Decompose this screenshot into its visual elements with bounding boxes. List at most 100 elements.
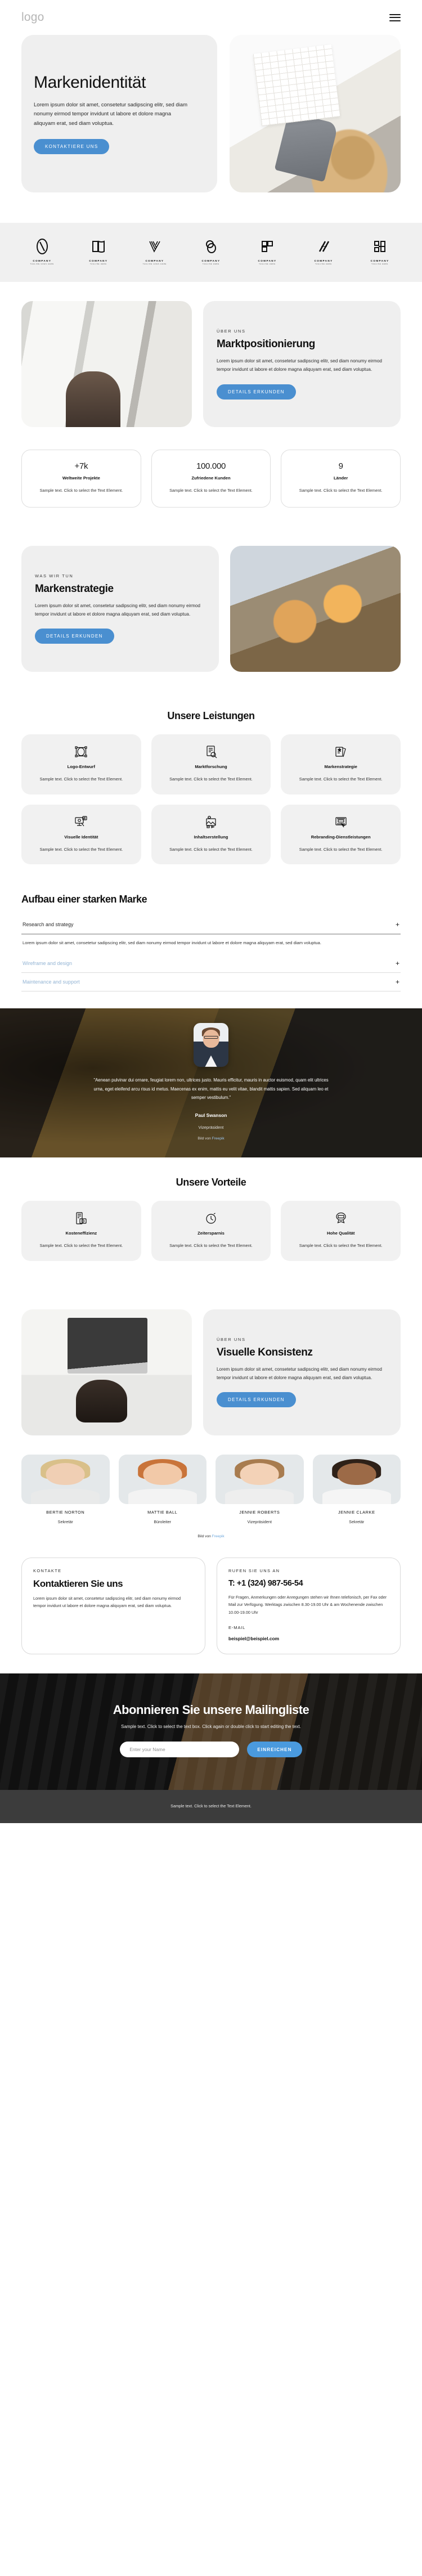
team-member-role: Sekretär xyxy=(349,1519,365,1524)
partner-logo: COMPANY TAGLINE HERE xyxy=(242,237,293,265)
plus-icon[interactable]: + xyxy=(396,921,399,928)
accordion-header[interactable]: Wireframe and design + xyxy=(21,954,401,972)
accordion-item: Wireframe and design + xyxy=(21,954,401,973)
partner-tagline: TAGLINE HERE xyxy=(371,263,388,265)
team-member: BERTIE NORTON Sekretär xyxy=(21,1454,110,1524)
service-text: Sample text. Click to select the Text El… xyxy=(169,776,253,782)
partner-mark-slashes-icon xyxy=(315,237,332,255)
strategy-cta-button[interactable]: DETAILS ERKUNDEN xyxy=(35,629,114,644)
email-label: E-MAIL xyxy=(228,1625,246,1631)
accordion-item: Research and strategy + xyxy=(21,915,401,935)
team-member-name: JENNIE ROBERTS xyxy=(239,1509,280,1515)
freepik-link[interactable]: Freepik xyxy=(212,1137,225,1141)
partner-name: COMPANY xyxy=(258,259,277,262)
team-member-name: JENNIE CLARKE xyxy=(338,1509,375,1515)
consistency-eyebrow: ÜBER UNS xyxy=(217,1337,246,1343)
accordion-header[interactable]: Research and strategy + xyxy=(21,915,401,934)
site-footer: Sample text. Click to select the Text El… xyxy=(0,1790,422,1824)
benefit-title: Kosteneffizienz xyxy=(65,1230,97,1236)
stats-section: +7k Weltweite Projekte Sample text. Clic… xyxy=(0,446,422,527)
team-member-role: Vizepräsident xyxy=(247,1519,272,1524)
quality-badge-icon xyxy=(334,1211,348,1226)
accordion-header[interactable]: Maintenance and support + xyxy=(21,973,401,991)
partner-mark-v-stripes-icon xyxy=(146,237,163,255)
partner-mark-blocks-icon xyxy=(371,237,388,255)
testimonial-section: "Aenean pulvinar dui ornare, feugiat lor… xyxy=(0,1008,422,1157)
benefit-card[interactable]: Kosteneffizienz Sample text. Click to se… xyxy=(21,1200,141,1261)
partner-tagline: TAGLINE HERE xyxy=(259,263,276,265)
site-header: logo xyxy=(0,0,422,35)
service-text: Sample text. Click to select the Text El… xyxy=(39,776,123,782)
stat-card: 100.000 Zufriedene Kunden Sample text. C… xyxy=(151,450,271,508)
hamburger-menu-icon[interactable] xyxy=(389,14,401,21)
email-address[interactable]: beispiel@beispiel.com xyxy=(228,1636,389,1641)
partner-name: COMPANY xyxy=(314,259,333,262)
consistency-cta-button[interactable]: DETAILS ERKUNDEN xyxy=(217,1392,296,1408)
partner-logo: COMPANY TAGLINE HERE xyxy=(73,237,124,265)
services-section: Unsere Leistungen Logo-Entwurf Sample te… xyxy=(0,691,422,894)
stat-number: +7k xyxy=(74,461,88,471)
benefits-heading: Unsere Vorteile xyxy=(176,1176,246,1188)
benefit-card[interactable]: Hohe Qualität Sample text. Click to sele… xyxy=(281,1200,401,1261)
team-member: MATTIE BALL Büroleiter xyxy=(118,1454,206,1524)
service-title: Marktforschung xyxy=(195,764,227,769)
service-card[interactable]: Markenstrategie Sample text. Click to se… xyxy=(281,734,401,795)
service-title: Logo-Entwurf xyxy=(67,764,96,769)
service-card[interactable]: Inhaltserstellung Sample text. Click to … xyxy=(151,804,271,865)
partner-logo: COMPANY TAGLINE GOES HERE xyxy=(17,237,68,265)
newsletter-submit-button[interactable]: EINREICHEN xyxy=(247,1742,302,1758)
partner-logo: COMPANY TAGLINE HERE xyxy=(298,237,349,265)
team-member-photo xyxy=(312,1454,401,1504)
benefit-title: Hohe Qualität xyxy=(326,1230,355,1236)
team-member-name: MATTIE BALL xyxy=(147,1509,178,1515)
newsletter-form: EINREICHEN xyxy=(23,1742,399,1758)
newsletter-name-input[interactable] xyxy=(120,1742,240,1758)
service-card[interactable]: Logo-Entwurf Sample text. Click to selec… xyxy=(21,734,141,795)
team-member: JENNIE ROBERTS Vizepräsident xyxy=(216,1454,304,1524)
partner-tagline: TAGLINE HERE xyxy=(203,263,219,265)
contact-eyebrow: KONTAKTE xyxy=(33,1568,62,1573)
benefit-text: Sample text. Click to select the Text El… xyxy=(39,1242,123,1248)
service-card[interactable]: Rebranding-Dienstleistungen Sample text.… xyxy=(281,804,401,865)
service-card[interactable]: Visuelle Identität Sample text. Click to… xyxy=(21,804,141,865)
about-cta-button[interactable]: DETAILS ERKUNDEN xyxy=(217,384,296,400)
stat-label: Länder xyxy=(334,475,348,481)
site-logo[interactable]: logo xyxy=(21,11,44,24)
team-credit: Bild von Freepik xyxy=(0,1524,422,1538)
plus-icon[interactable]: + xyxy=(396,979,399,985)
accordion-item: Maintenance and support + xyxy=(21,973,401,991)
rebranding-icon xyxy=(334,815,348,829)
testimonial-role: Vizepräsident xyxy=(198,1124,224,1130)
stat-number: 100.000 xyxy=(196,461,226,471)
phone-number[interactable]: T: +1 (324) 987-56-54 xyxy=(228,1579,389,1588)
accordion-title: Wireframe and design xyxy=(23,960,73,966)
about-body: Lorem ipsum dolor sit amet, consetetur s… xyxy=(217,358,382,373)
hero-title: Markenidentität xyxy=(34,73,146,92)
partner-logos-strip: COMPANY TAGLINE GOES HERE COMPANY TAGLIN… xyxy=(0,223,422,282)
plus-icon[interactable]: + xyxy=(396,960,399,967)
partner-name: COMPANY xyxy=(89,259,108,262)
strategy-body: Lorem ipsum dolor sit amet, consetetur s… xyxy=(35,603,200,617)
team-member-name: BERTIE NORTON xyxy=(46,1509,85,1515)
strategy-title: Markenstrategie xyxy=(35,582,114,595)
services-row-2: Visuelle Identität Sample text. Click to… xyxy=(21,804,401,865)
team-section: BERTIE NORTON Sekretär MATTIE BALL Bürol… xyxy=(0,1454,422,1524)
partner-name: COMPANY xyxy=(201,259,221,262)
partner-name: COMPANY xyxy=(370,259,389,262)
partner-mark-squares-icon xyxy=(259,237,276,255)
partner-tagline: TAGLINE GOES HERE xyxy=(142,263,167,265)
service-card[interactable]: Marktforschung Sample text. Click to sel… xyxy=(151,734,271,795)
benefit-card[interactable]: Zeitersparnis Sample text. Click to sele… xyxy=(151,1200,271,1261)
cost-efficiency-icon xyxy=(74,1211,88,1226)
newsletter-subtitle: Sample text. Click to select the text bo… xyxy=(121,1724,301,1730)
service-text: Sample text. Click to select the Text El… xyxy=(299,846,383,852)
consistency-text-card: ÜBER UNS Visuelle Konsistenz Lorem ipsum… xyxy=(203,1309,401,1435)
hero-section: Markenidentität Lorem ipsum dolor sit am… xyxy=(0,35,422,223)
testimonial-quote: "Aenean pulvinar dui ornare, feugiat lor… xyxy=(93,1077,329,1101)
freepik-link[interactable]: Freepik xyxy=(212,1534,225,1538)
credit-prefix: Bild von xyxy=(197,1534,212,1538)
hero-cta-button[interactable]: KONTAKTIERE UNS xyxy=(34,138,110,154)
service-title: Rebranding-Dienstleistungen xyxy=(311,834,371,840)
team-member-role: Büroleiter xyxy=(154,1519,172,1524)
consistency-title: Visuelle Konsistenz xyxy=(217,1347,313,1359)
